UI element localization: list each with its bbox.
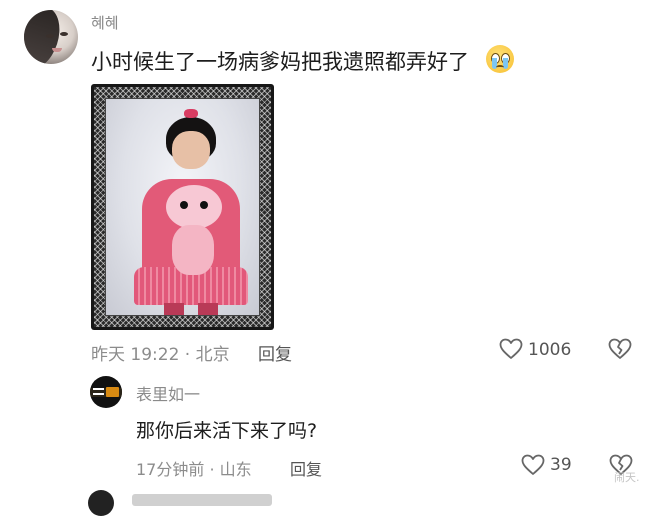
comment-username[interactable]: 表里如一 [136,381,200,405]
like-count: 39 [550,455,572,475]
avatar[interactable] [90,376,122,408]
comment-text: 小时候生了一场病爹妈把我遗照都弄好了 [91,50,469,74]
comment-photo[interactable] [91,84,274,330]
dislike-broken-heart-icon[interactable] [608,338,632,360]
next-comment-peek [132,494,272,506]
like-heart-icon[interactable] [499,338,523,360]
reply-button[interactable]: 回复 [290,456,322,480]
like-count: 1006 [528,340,572,360]
comment-meta: 昨天 19:22 · 北京 [91,345,230,365]
avatar[interactable] [24,10,78,64]
watermark: 闹天. [614,471,640,484]
comment-meta: 17分钟前 · 山东 [136,460,252,479]
comment-text: 那你后来活下来了吗? [136,420,318,442]
like-heart-icon[interactable] [521,454,545,476]
crying-face-emoji-icon [486,45,514,73]
comment-username[interactable]: 혜혜 [91,12,119,33]
reply-button[interactable]: 回复 [258,340,292,365]
avatar[interactable] [88,490,114,516]
